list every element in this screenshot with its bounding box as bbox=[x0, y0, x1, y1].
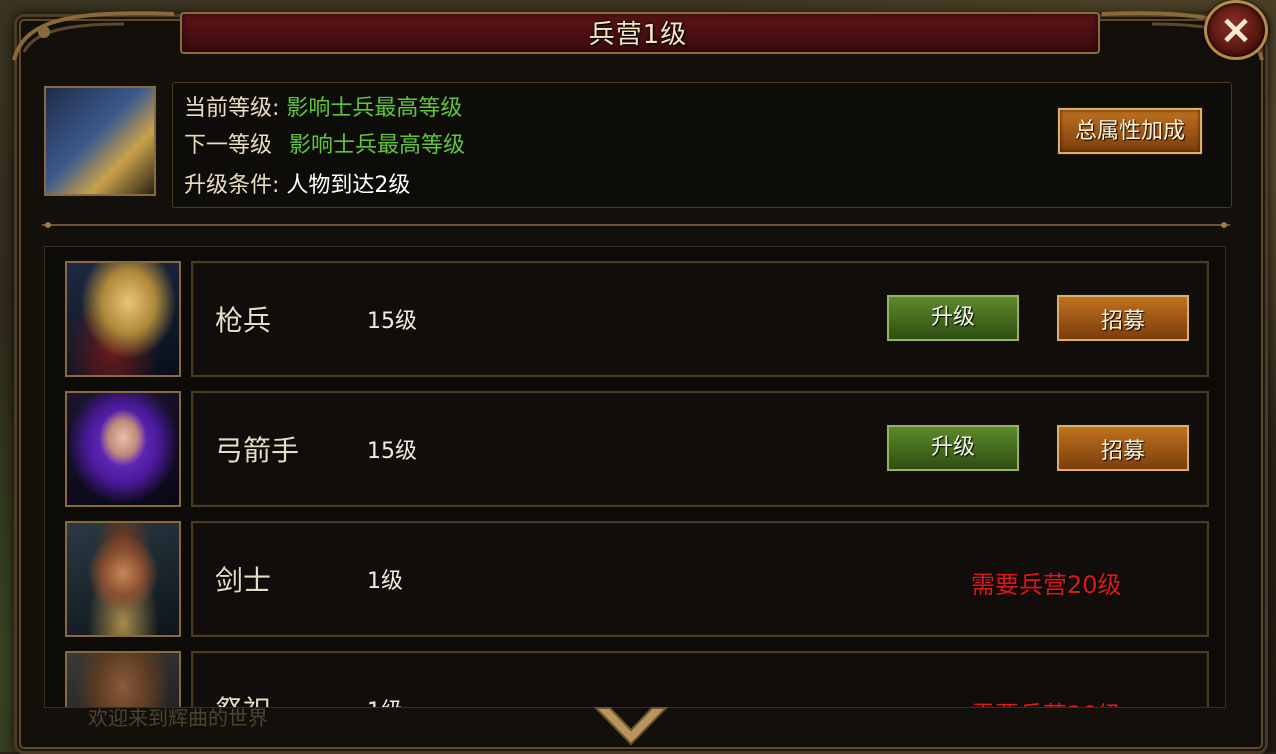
recruit-button[interactable]: 招募 bbox=[1057, 425, 1189, 471]
unit-level: 1级 bbox=[367, 693, 403, 707]
close-button[interactable]: × bbox=[1204, 0, 1268, 60]
unit-name: 枪兵 bbox=[215, 304, 272, 337]
dialog-title: 兵营1级 bbox=[588, 20, 688, 50]
unit-row-spearman: 枪兵 15级 升级 招募 bbox=[65, 261, 1213, 379]
current-level-value: 影响士兵最高等级 bbox=[286, 96, 463, 121]
next-level-row: 下一等级 影响士兵最高等级 bbox=[184, 127, 465, 159]
unlock-requirement: 需要兵营20级 bbox=[971, 571, 1122, 599]
total-attribute-bonus-button[interactable]: 总属性加成 bbox=[1058, 108, 1202, 154]
unit-name: 剑士 bbox=[215, 564, 272, 597]
chevron-down-icon[interactable] bbox=[594, 704, 668, 748]
unit-level: 15级 bbox=[367, 439, 417, 464]
barracks-building-icon bbox=[44, 86, 156, 196]
unit-row-swordsman: 剑士 1级 需要兵营20级 bbox=[65, 521, 1213, 639]
upgrade-condition-row: 升级条件: 人物到达2级 bbox=[184, 167, 410, 199]
upgrade-condition-value: 人物到达2级 bbox=[286, 173, 411, 198]
next-level-value: 影响士兵最高等级 bbox=[289, 133, 466, 158]
priest-portrait bbox=[65, 651, 181, 707]
archer-portrait bbox=[65, 391, 181, 507]
upgrade-condition-label: 升级条件: bbox=[184, 173, 280, 198]
recruit-button[interactable]: 招募 bbox=[1057, 295, 1189, 341]
chat-message: 欢迎来到辉曲的世界 bbox=[88, 706, 268, 730]
unit-level: 15级 bbox=[367, 309, 417, 334]
upgrade-button[interactable]: 升级 bbox=[887, 295, 1019, 341]
current-level-row: 当前等级: 影响士兵最高等级 bbox=[184, 90, 462, 122]
unit-row-archer: 弓箭手 15级 升级 招募 bbox=[65, 391, 1213, 509]
swordsman-portrait bbox=[65, 521, 181, 637]
current-level-label: 当前等级: bbox=[184, 96, 280, 121]
close-icon: × bbox=[1219, 7, 1253, 53]
upgrade-button[interactable]: 升级 bbox=[887, 425, 1019, 471]
ornament-divider bbox=[42, 222, 1230, 228]
unit-level: 1级 bbox=[367, 569, 403, 594]
unit-name: 弓箭手 bbox=[215, 434, 300, 467]
unlock-requirement: 需要兵营30级 bbox=[971, 695, 1122, 707]
unit-row-priest: 祭祀 1级 需要兵营30级 bbox=[65, 651, 1213, 707]
next-level-label: 下一等级 bbox=[184, 133, 273, 158]
unit-list[interactable]: 枪兵 15级 升级 招募 弓箭手 15级 升级 招募 剑士 1级 需要兵营20级… bbox=[44, 246, 1226, 708]
spearman-portrait bbox=[65, 261, 181, 377]
